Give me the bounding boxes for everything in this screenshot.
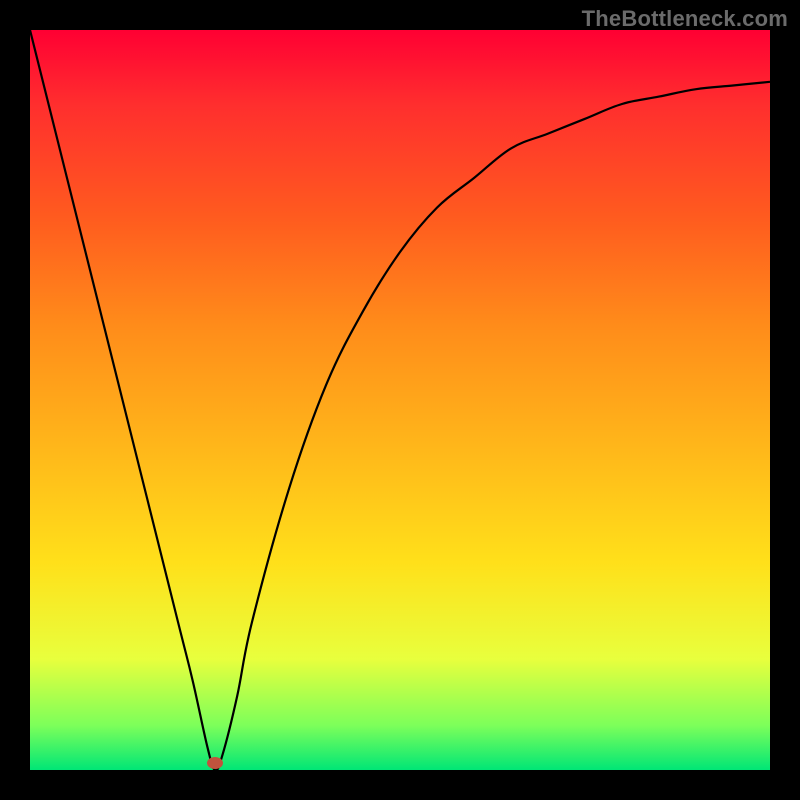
bottleneck-curve [30,30,770,770]
plot-area [30,30,770,770]
optimal-point-marker [207,757,223,769]
chart-frame: TheBottleneck.com [0,0,800,800]
watermark-text: TheBottleneck.com [582,6,788,32]
